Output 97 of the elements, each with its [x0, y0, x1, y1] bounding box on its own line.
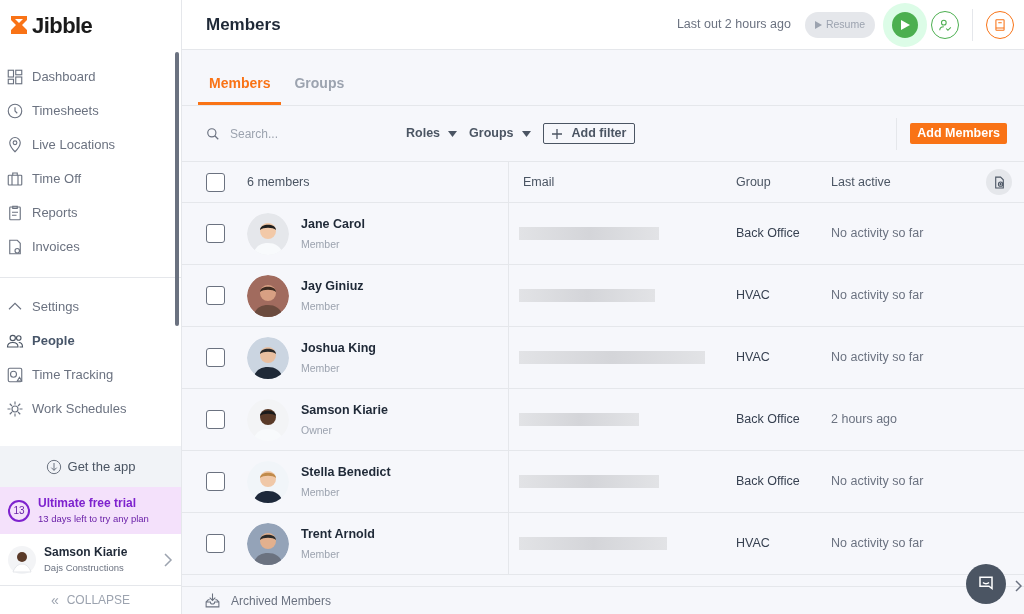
location-pin-icon: [6, 136, 24, 154]
trial-banner[interactable]: 13 Ultimate free trial 13 days left to try any plan: [0, 487, 181, 534]
member-row[interactable]: Joshua King Member HVAC No activity so far: [182, 327, 1024, 389]
people-icon: [6, 332, 24, 350]
row-checkbox[interactable]: [206, 472, 225, 491]
invoice-icon: [6, 238, 24, 256]
export-button[interactable]: [986, 169, 1012, 195]
group-cell-text: Back Office: [736, 473, 801, 491]
member-role: Member: [301, 484, 341, 500]
member-count: 6 members: [247, 173, 310, 191]
add-filter-button[interactable]: Add filter: [542, 123, 636, 144]
row-checkbox[interactable]: [206, 348, 225, 367]
search-icon: [206, 126, 220, 141]
member-role: Member: [301, 360, 341, 376]
chevron-right-icon: [163, 552, 173, 567]
sun-icon: [6, 400, 24, 418]
member-name: Jay Giniuz: [301, 277, 364, 295]
chevron-right-icon: [1015, 580, 1022, 592]
nav-item[interactable]: Timesheets: [0, 94, 181, 128]
clock-icon: [6, 102, 24, 120]
person-check-icon: [938, 17, 952, 32]
column-header: Last active: [831, 173, 892, 191]
user-card[interactable]: Samson Kiarie Dajs Constructions: [0, 534, 181, 586]
suitcase-icon: [6, 170, 24, 188]
collapse-button[interactable]: « COLLAPSE: [0, 586, 181, 614]
member-name: Joshua King: [301, 339, 376, 357]
caret-icon: [448, 130, 458, 137]
member-role: Member: [301, 298, 341, 314]
clock-status: Last out 2 hours ago: [676, 16, 791, 34]
last-active-cell-text: No activity so far: [831, 535, 925, 553]
nav-item[interactable]: Invoices: [0, 230, 181, 264]
group-cell-text: Back Office: [736, 411, 801, 429]
last-active-cell-text: No activity so far: [831, 473, 925, 491]
days-badge: 13: [8, 499, 30, 522]
group-cell-text: HVAC: [736, 535, 771, 553]
member-row[interactable]: Trent Arnold Member HVAC No activity so far: [182, 513, 1024, 575]
tab[interactable]: Members: [198, 65, 282, 105]
nav-item[interactable]: Live Locations: [0, 128, 181, 162]
last-active-cell-text: No activity so far: [831, 349, 925, 367]
user-name: Samson Kiarie: [44, 544, 129, 562]
nav-item[interactable]: Time Tracking: [0, 358, 181, 392]
trial-title: Ultimate free trial: [38, 495, 138, 513]
trial-subtitle: 13 days left to try any plan: [38, 512, 149, 527]
last-active-cell-text: 2 hours ago: [831, 411, 899, 429]
member-role: Member: [301, 546, 341, 562]
filter-dropdown[interactable]: Roles: [406, 124, 458, 143]
get-app-link[interactable]: Get the app: [0, 446, 181, 487]
avatar-icon: [8, 545, 36, 574]
member-role: Owner: [301, 422, 333, 438]
row-checkbox[interactable]: [206, 224, 225, 243]
inbox-download-icon: [204, 592, 221, 609]
nav-item[interactable]: Reports: [0, 196, 181, 230]
row-checkbox[interactable]: [206, 286, 225, 305]
time-tracking-icon: [6, 366, 24, 384]
group-cell-text: Back Office: [736, 225, 801, 243]
caret-icon: [521, 130, 531, 137]
nav-item[interactable]: Dashboard: [0, 60, 181, 94]
nav-item[interactable]: People: [0, 324, 181, 358]
member-row[interactable]: Stella Benedict Member Back Office No activity so far: [182, 451, 1024, 513]
nav-item[interactable]: Work Schedules: [0, 392, 181, 426]
brand-name: Jibble: [32, 11, 93, 40]
column-header: Group: [736, 173, 772, 191]
last-active-cell-text: No activity so far: [831, 225, 925, 243]
clipboard-icon: [6, 204, 24, 222]
member-name: Jane Carol: [301, 215, 365, 233]
member-name: Samson Kiarie: [301, 401, 388, 419]
chat-button[interactable]: [966, 564, 1006, 604]
member-role: Member: [301, 236, 341, 252]
row-checkbox[interactable]: [206, 410, 225, 429]
start-timer-button[interactable]: [892, 11, 918, 38]
member-row[interactable]: Jane Carol Member Back Office No activity so far: [182, 203, 1024, 265]
book-icon: [993, 17, 1007, 32]
search-field[interactable]: Search...: [230, 124, 380, 143]
dashboard-icon: [6, 68, 24, 86]
member-name: Trent Arnold: [301, 525, 375, 543]
plus-icon: [551, 128, 562, 139]
logo-icon: [10, 15, 28, 35]
play-icon: [814, 20, 822, 29]
page-title: Members: [206, 13, 282, 36]
download-icon: [45, 458, 62, 475]
play-icon: [900, 19, 910, 30]
column-header: Email: [522, 173, 556, 191]
company-name: Dajs Constructions: [44, 561, 125, 576]
chat-icon: [977, 575, 995, 593]
nav-item[interactable]: Time Off: [0, 162, 181, 196]
member-row[interactable]: Jay Giniuz Member HVAC No activity so far: [182, 265, 1024, 327]
member-name: Stella Benedict: [301, 463, 391, 481]
group-cell-text: HVAC: [736, 287, 771, 305]
row-checkbox[interactable]: [206, 534, 225, 553]
member-row[interactable]: Samson Kiarie Owner Back Office 2 hours ago: [182, 389, 1024, 451]
settings-toggle[interactable]: Settings: [0, 290, 181, 324]
filter-dropdown[interactable]: Groups: [469, 124, 531, 143]
group-cell-text: HVAC: [736, 349, 771, 367]
last-active-cell-text: No activity so far: [831, 287, 925, 305]
file-plus-icon: [992, 175, 1006, 189]
select-all-checkbox[interactable]: [206, 172, 225, 192]
add-members-button[interactable]: Add Members: [910, 123, 1007, 144]
